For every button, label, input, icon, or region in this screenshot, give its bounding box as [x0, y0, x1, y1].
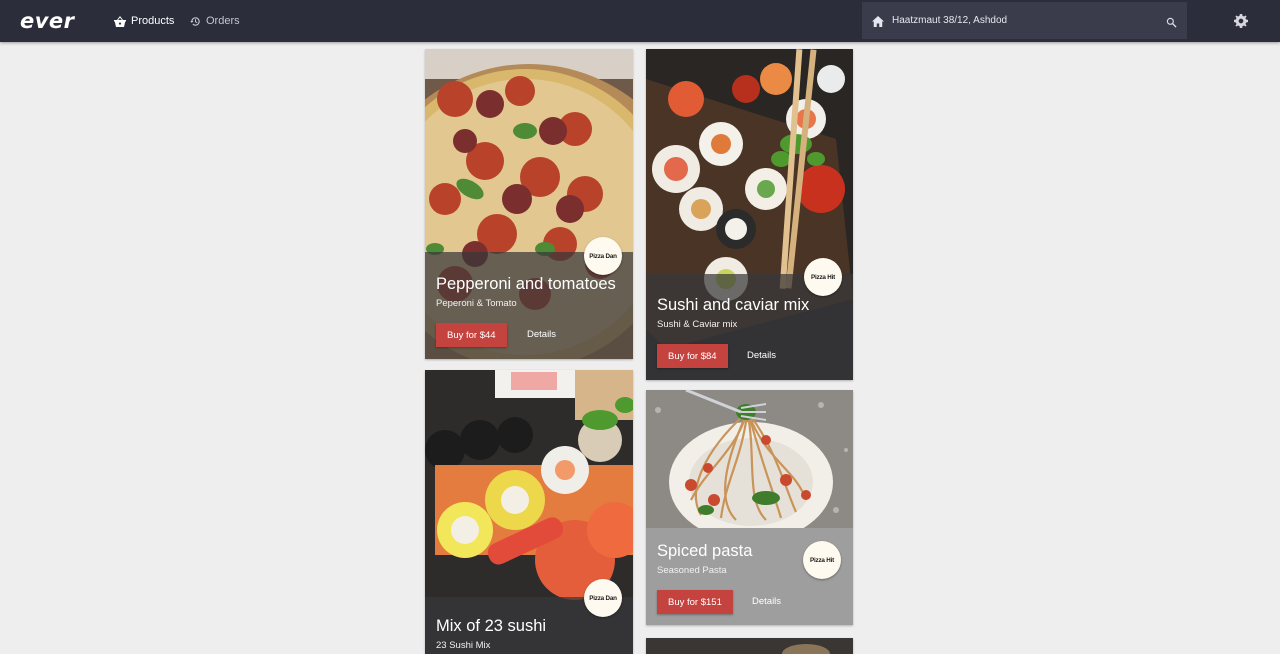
product-title: Spiced pasta	[657, 542, 753, 560]
history-icon	[190, 16, 201, 27]
merchant-badge[interactable]: Pizza Dan	[584, 579, 622, 617]
details-button[interactable]: Details	[752, 596, 781, 607]
merchant-badge[interactable]: Pizza Hit	[804, 258, 842, 296]
nav-products-label: Products	[131, 15, 175, 27]
buy-button[interactable]: Buy for $84	[657, 344, 728, 368]
top-bar: ever Products Orders	[0, 0, 1280, 42]
merchant-badge[interactable]: Pizza Hit	[803, 541, 841, 579]
pasta-photo	[646, 390, 853, 528]
product-subtitle: 23 Sushi Mix	[436, 640, 491, 651]
buy-button[interactable]: Buy for $44	[436, 323, 507, 347]
basket-icon	[114, 15, 126, 27]
nav-orders[interactable]: Orders	[190, 12, 240, 30]
product-card-sushi-caviar[interactable]: Pizza Hit Sushi and caviar mix Sushi & C…	[646, 49, 853, 380]
nav-orders-label: Orders	[206, 15, 240, 27]
details-button[interactable]: Details	[747, 350, 776, 361]
address-search-input[interactable]	[892, 10, 1154, 31]
product-subtitle: Peperoni & Tomato	[436, 298, 517, 309]
nav-products[interactable]: Products	[114, 12, 174, 30]
product-title: Sushi and caviar mix	[657, 296, 810, 314]
product-card-sushi-mix[interactable]: Pizza Dan Mix of 23 sushi 23 Sushi Mix	[425, 370, 633, 654]
gear-icon[interactable]	[1234, 14, 1248, 33]
product-subtitle: Sushi & Caviar mix	[657, 319, 738, 330]
details-button[interactable]: Details	[527, 329, 556, 340]
product-photo	[646, 638, 853, 654]
ever-logo[interactable]: ever	[20, 9, 75, 33]
buy-button[interactable]: Buy for $151	[657, 590, 733, 614]
product-card-spiced-pasta[interactable]: Pizza Hit Spiced pasta Seasoned Pasta Bu…	[646, 390, 853, 625]
address-search-box	[862, 2, 1187, 39]
merchant-badge[interactable]: Pizza Dan	[584, 237, 622, 275]
search-icon[interactable]	[1166, 15, 1177, 33]
product-card-pepperoni[interactable]: Pizza Dan Pepperoni and tomatoes Peperon…	[425, 49, 633, 359]
product-subtitle: Seasoned Pasta	[657, 565, 727, 576]
home-icon	[872, 14, 884, 32]
product-card-partial[interactable]	[646, 638, 853, 654]
product-title: Mix of 23 sushi	[436, 617, 547, 635]
product-title: Pepperoni and tomatoes	[436, 275, 616, 293]
